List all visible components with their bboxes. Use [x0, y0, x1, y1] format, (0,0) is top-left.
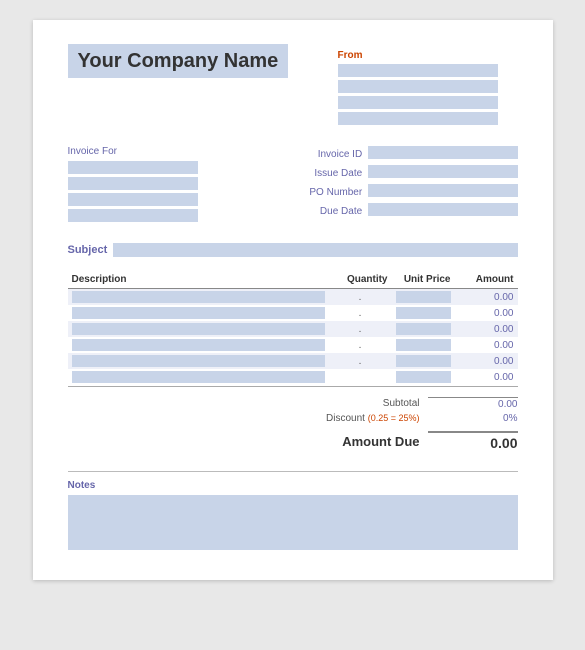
- notes-section: Notes: [68, 471, 518, 550]
- client-name-field[interactable]: [68, 161, 198, 174]
- notes-area[interactable]: [68, 495, 518, 550]
- invoice-for-label: Invoice For: [68, 146, 288, 157]
- invoice-for-block: Invoice For: [68, 146, 288, 225]
- discount-value[interactable]: 0%: [428, 413, 518, 424]
- from-city-field[interactable]: [338, 112, 498, 125]
- desc-field-4[interactable]: [72, 339, 325, 351]
- company-name[interactable]: Your Company Name: [68, 44, 289, 78]
- invoice-id-label: Invoice ID: [288, 149, 363, 160]
- qty-field-3[interactable]: .: [329, 321, 392, 337]
- invoice-id-row: Invoice ID: [288, 146, 518, 162]
- amount-field-2[interactable]: 0.00: [455, 305, 518, 321]
- company-name-block: Your Company Name: [68, 50, 289, 73]
- notes-label: Notes: [68, 480, 518, 491]
- subtotal-label: Subtotal: [258, 398, 428, 409]
- issue-date-row: Issue Date: [288, 165, 518, 181]
- invoice-meta-section: Invoice For Invoice ID Issue Date PO Num…: [68, 146, 518, 225]
- col-header-quantity: Quantity: [329, 271, 392, 289]
- col-header-description: Description: [68, 271, 329, 289]
- amount-field-3[interactable]: 0.00: [455, 321, 518, 337]
- due-date-label: Due Date: [288, 206, 363, 217]
- subtotal-value[interactable]: 0.00: [428, 397, 518, 410]
- amount-field-5[interactable]: 0.00: [455, 353, 518, 369]
- unit-field-1[interactable]: [396, 291, 451, 303]
- table-row: . 0.00: [68, 289, 518, 306]
- table-row: 0.00: [68, 369, 518, 387]
- po-number-label: PO Number: [288, 187, 363, 198]
- from-label: From: [338, 50, 518, 61]
- table-row: . 0.00: [68, 305, 518, 321]
- invoice-table: Description Quantity Unit Price Amount .…: [68, 271, 518, 387]
- discount-note: (0.25 = 25%): [368, 413, 420, 423]
- qty-field-1[interactable]: .: [329, 289, 392, 306]
- issue-date-label: Issue Date: [288, 168, 363, 179]
- col-header-unit-price: Unit Price: [392, 271, 455, 289]
- amount-due-row: Amount Due 0.00: [258, 431, 518, 451]
- table-header-row: Description Quantity Unit Price Amount: [68, 271, 518, 289]
- client-address2-field[interactable]: [68, 193, 198, 206]
- subject-label: Subject: [68, 244, 108, 256]
- qty-field-4[interactable]: .: [329, 337, 392, 353]
- desc-field-3[interactable]: [72, 323, 325, 335]
- invoice-id-field[interactable]: [368, 146, 517, 159]
- unit-field-3[interactable]: [396, 323, 451, 335]
- amount-field-1[interactable]: 0.00: [455, 289, 518, 306]
- due-date-field[interactable]: [368, 203, 517, 216]
- desc-field-5[interactable]: [72, 355, 325, 367]
- amount-field-6[interactable]: 0.00: [455, 369, 518, 387]
- issue-date-field[interactable]: [368, 165, 517, 178]
- qty-field-5[interactable]: .: [329, 353, 392, 369]
- unit-field-4[interactable]: [396, 339, 451, 351]
- po-number-row: PO Number: [288, 184, 518, 200]
- from-block: From: [338, 50, 518, 128]
- totals-block: Subtotal 0.00 Discount (0.25 = 25%) 0% A…: [68, 397, 518, 451]
- qty-field-6[interactable]: [329, 369, 392, 387]
- amount-due-value[interactable]: 0.00: [428, 431, 518, 451]
- table-row: . 0.00: [68, 353, 518, 369]
- table-row: . 0.00: [68, 337, 518, 353]
- discount-label: Discount (0.25 = 25%): [258, 413, 428, 424]
- from-address2-field[interactable]: [338, 96, 498, 109]
- unit-field-6[interactable]: [396, 371, 451, 383]
- desc-field-2[interactable]: [72, 307, 325, 319]
- table-row: . 0.00: [68, 321, 518, 337]
- client-city-field[interactable]: [68, 209, 198, 222]
- col-header-amount: Amount: [455, 271, 518, 289]
- amount-field-4[interactable]: 0.00: [455, 337, 518, 353]
- amount-due-label: Amount Due: [258, 434, 428, 449]
- due-date-row: Due Date: [288, 203, 518, 219]
- invoice-info-block: Invoice ID Issue Date PO Number Due Date: [288, 146, 518, 225]
- from-address1-field[interactable]: [338, 80, 498, 93]
- qty-field-2[interactable]: .: [329, 305, 392, 321]
- from-name-field[interactable]: [338, 64, 498, 77]
- subject-field[interactable]: [113, 243, 517, 257]
- desc-field-1[interactable]: [72, 291, 325, 303]
- client-address1-field[interactable]: [68, 177, 198, 190]
- po-number-field[interactable]: [368, 184, 517, 197]
- unit-field-5[interactable]: [396, 355, 451, 367]
- discount-row: Discount (0.25 = 25%) 0%: [258, 413, 518, 424]
- invoice-page: Your Company Name From Invoice For Invoi…: [33, 20, 553, 580]
- subject-row: Subject: [68, 243, 518, 257]
- header-section: Your Company Name From: [68, 50, 518, 128]
- subtotal-row: Subtotal 0.00: [258, 397, 518, 410]
- desc-field-6[interactable]: [72, 371, 325, 383]
- unit-field-2[interactable]: [396, 307, 451, 319]
